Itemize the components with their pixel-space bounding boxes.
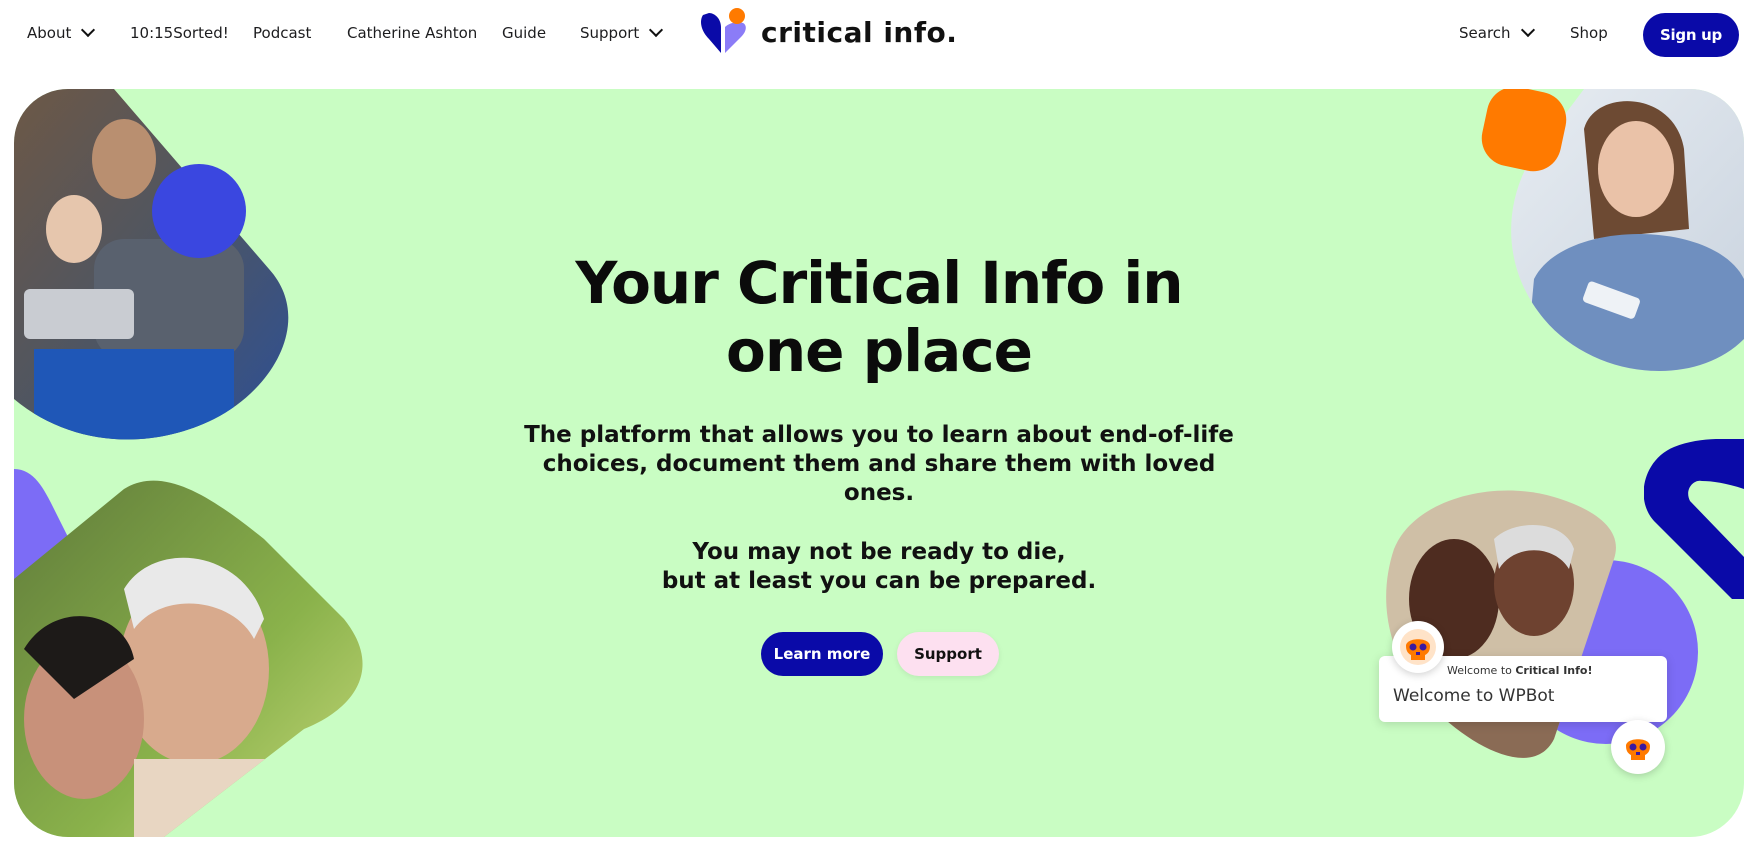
nav-item-podcast[interactable]: Podcast <box>253 24 311 42</box>
nav-item-catherine-ashton-label: Catherine Ashton <box>347 24 478 42</box>
learn-more-button[interactable]: Learn more <box>761 632 883 676</box>
hero-tagline: You may not be ready to die, but at leas… <box>514 538 1244 596</box>
nav-item-catherine-ashton[interactable]: Catherine Ashton <box>347 24 477 42</box>
hero-tagline-line1: You may not be ready to die, <box>692 539 1066 565</box>
nav-item-support[interactable]: Support <box>580 22 664 42</box>
logo-wordmark: critical info. <box>761 15 958 49</box>
family-photo <box>14 89 304 449</box>
chat-welcome-prefix: Welcome to <box>1447 664 1516 677</box>
nav-item-shop-label: Shop <box>1570 24 1608 42</box>
hero-subtitle: The platform that allows you to learn ab… <box>524 422 1234 506</box>
nav-item-about-label: About <box>27 24 72 42</box>
nav-item-support-label: Support <box>580 24 640 42</box>
top-navigation: About 10:15Sorted! Podcast Catherine Ash… <box>0 0 1759 70</box>
hero-title: Your Critical Info in one place <box>575 249 1183 385</box>
couple-photo <box>14 469 364 837</box>
nav-item-shop[interactable]: Shop <box>1570 24 1608 42</box>
hero-tagline-line2: but at least you can be prepared. <box>661 568 1097 594</box>
chat-bot-avatar <box>1392 621 1444 673</box>
chat-welcome-brand: Critical Info! <box>1515 664 1593 677</box>
chevron-down-icon <box>1520 22 1535 38</box>
support-button[interactable]: Support <box>897 632 999 676</box>
site-logo[interactable]: critical info. <box>697 6 957 58</box>
skull-bot-icon <box>1400 629 1436 665</box>
chevron-down-icon <box>649 22 664 38</box>
nav-item-search-label: Search <box>1459 24 1511 42</box>
chat-welcome-heading: Welcome to Critical Info! <box>1447 664 1592 677</box>
nav-item-podcast-label: Podcast <box>253 24 312 42</box>
chat-launcher-button[interactable] <box>1611 720 1665 774</box>
chevron-down-icon <box>81 22 96 38</box>
nav-item-guide[interactable]: Guide <box>502 24 546 42</box>
skull-bot-icon <box>1626 739 1650 760</box>
hero-section: Your Critical Info in one place The plat… <box>14 89 1744 837</box>
nav-item-1015sorted[interactable]: 10:15Sorted! <box>130 24 229 42</box>
nav-item-guide-label: Guide <box>502 24 547 42</box>
nav-item-1015sorted-label: 10:15Sorted! <box>130 24 229 42</box>
nav-item-search[interactable]: Search <box>1459 22 1535 42</box>
sign-up-button[interactable]: Sign up <box>1643 13 1739 57</box>
woman-with-phone-photo <box>1474 89 1744 379</box>
chat-message: Welcome to WPBot <box>1393 686 1555 706</box>
heart-logo-icon <box>701 8 746 53</box>
nav-item-about[interactable]: About <box>27 22 96 42</box>
